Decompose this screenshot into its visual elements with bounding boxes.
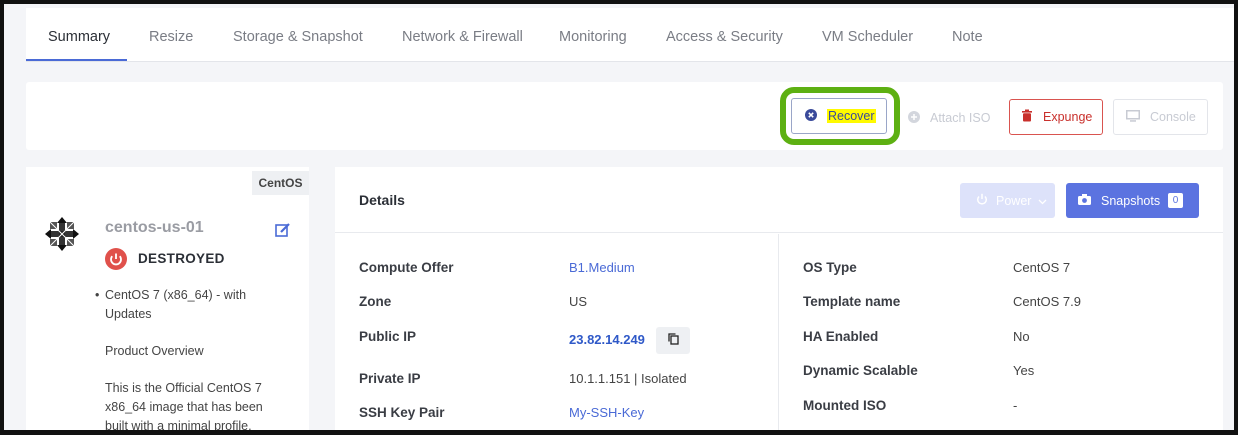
ssh-key-pair-link[interactable]: My-SSH-Key [569, 405, 644, 420]
ha-enabled-value: No [1013, 329, 1030, 344]
copy-button[interactable] [656, 327, 690, 354]
tab-note[interactable]: Note [952, 8, 983, 61]
tab-monitoring[interactable]: Monitoring [559, 8, 627, 61]
active-tab-indicator [26, 59, 127, 61]
dynamic-scalable-label: Dynamic Scalable [803, 363, 918, 378]
action-bar: Recover Attach ISO Expunge Console [26, 82, 1223, 150]
zone-value: US [569, 294, 588, 309]
recover-button[interactable]: Recover [791, 98, 887, 134]
console-button[interactable]: Console [1113, 99, 1208, 135]
expunge-label: Expunge [1043, 110, 1093, 124]
tab-bar: Summary Resize Storage & Snapshot Networ… [26, 8, 1234, 62]
tab-access-security[interactable]: Access & Security [666, 8, 783, 61]
trash-icon [1021, 109, 1033, 125]
snapshots-count-badge: 0 [1168, 193, 1184, 208]
os-tag: CentOS [252, 171, 309, 195]
column-divider [778, 234, 779, 430]
ssh-key-pair-label: SSH Key Pair [359, 405, 445, 420]
compute-offer-link[interactable]: B1.Medium [569, 260, 635, 275]
template-name-value: CentOS 7.9 [1013, 294, 1081, 309]
mounted-iso-label: Mounted ISO [803, 398, 887, 413]
tab-network-firewall[interactable]: Network & Firewall [402, 8, 523, 61]
tab-summary[interactable]: Summary [48, 8, 110, 61]
plus-circle-icon [908, 110, 920, 126]
bullet-dot: • [95, 288, 100, 302]
private-ip-label: Private IP [359, 371, 421, 386]
centos-logo-icon [44, 216, 84, 256]
vm-description: • CentOS 7 (x86_64) - with Updates Produ… [95, 286, 280, 433]
monitor-icon [1126, 109, 1140, 125]
vm-name: centos-us-01 [105, 219, 204, 236]
public-ip-label: Public IP [359, 329, 417, 344]
recover-label: Recover [827, 109, 876, 123]
os-type-label: OS Type [803, 260, 857, 275]
zone-label: Zone [359, 294, 392, 309]
dynamic-scalable-value: Yes [1013, 363, 1035, 378]
edit-icon[interactable] [275, 222, 293, 240]
expunge-button[interactable]: Expunge [1009, 99, 1103, 135]
template-name-label: Template name [803, 294, 901, 309]
chevron-down-icon [1038, 194, 1047, 208]
copy-icon [667, 332, 679, 350]
snapshots-button[interactable]: Snapshots 0 [1066, 183, 1199, 218]
mounted-iso-value: - [1013, 398, 1018, 413]
tab-resize[interactable]: Resize [149, 8, 193, 61]
ha-enabled-label: HA Enabled [803, 329, 879, 344]
app-frame: Summary Resize Storage & Snapshot Networ… [0, 0, 1238, 435]
snapshots-label: Snapshots [1101, 193, 1161, 208]
circle-x-icon [805, 108, 817, 124]
desc-bullet-text: CentOS 7 (x86_64) - with Updates [105, 288, 247, 321]
power-off-icon [105, 248, 127, 270]
power-dropdown-button[interactable]: Power [960, 183, 1055, 218]
power-icon [976, 193, 988, 208]
desc-body: This is the Official CentOS 7 x86_64 ima… [105, 381, 263, 433]
public-ip-value: 23.82.14.249 [569, 332, 645, 347]
attach-iso-button[interactable]: Attach ISO [896, 100, 992, 136]
details-title: Details [359, 192, 405, 208]
camera-icon [1078, 193, 1091, 208]
attach-iso-label: Attach ISO [930, 111, 991, 125]
tab-vm-scheduler[interactable]: VM Scheduler [822, 8, 913, 61]
power-label: Power [996, 193, 1032, 208]
console-label: Console [1150, 110, 1196, 124]
private-ip-value: 10.1.1.151 | Isolated [569, 371, 687, 386]
status-badge: DESTROYED [138, 251, 225, 266]
compute-offer-label: Compute Offer [359, 260, 454, 275]
os-type-value: CentOS 7 [1013, 260, 1071, 275]
tab-storage-snapshot[interactable]: Storage & Snapshot [233, 8, 363, 61]
desc-heading: Product Overview [105, 344, 204, 358]
